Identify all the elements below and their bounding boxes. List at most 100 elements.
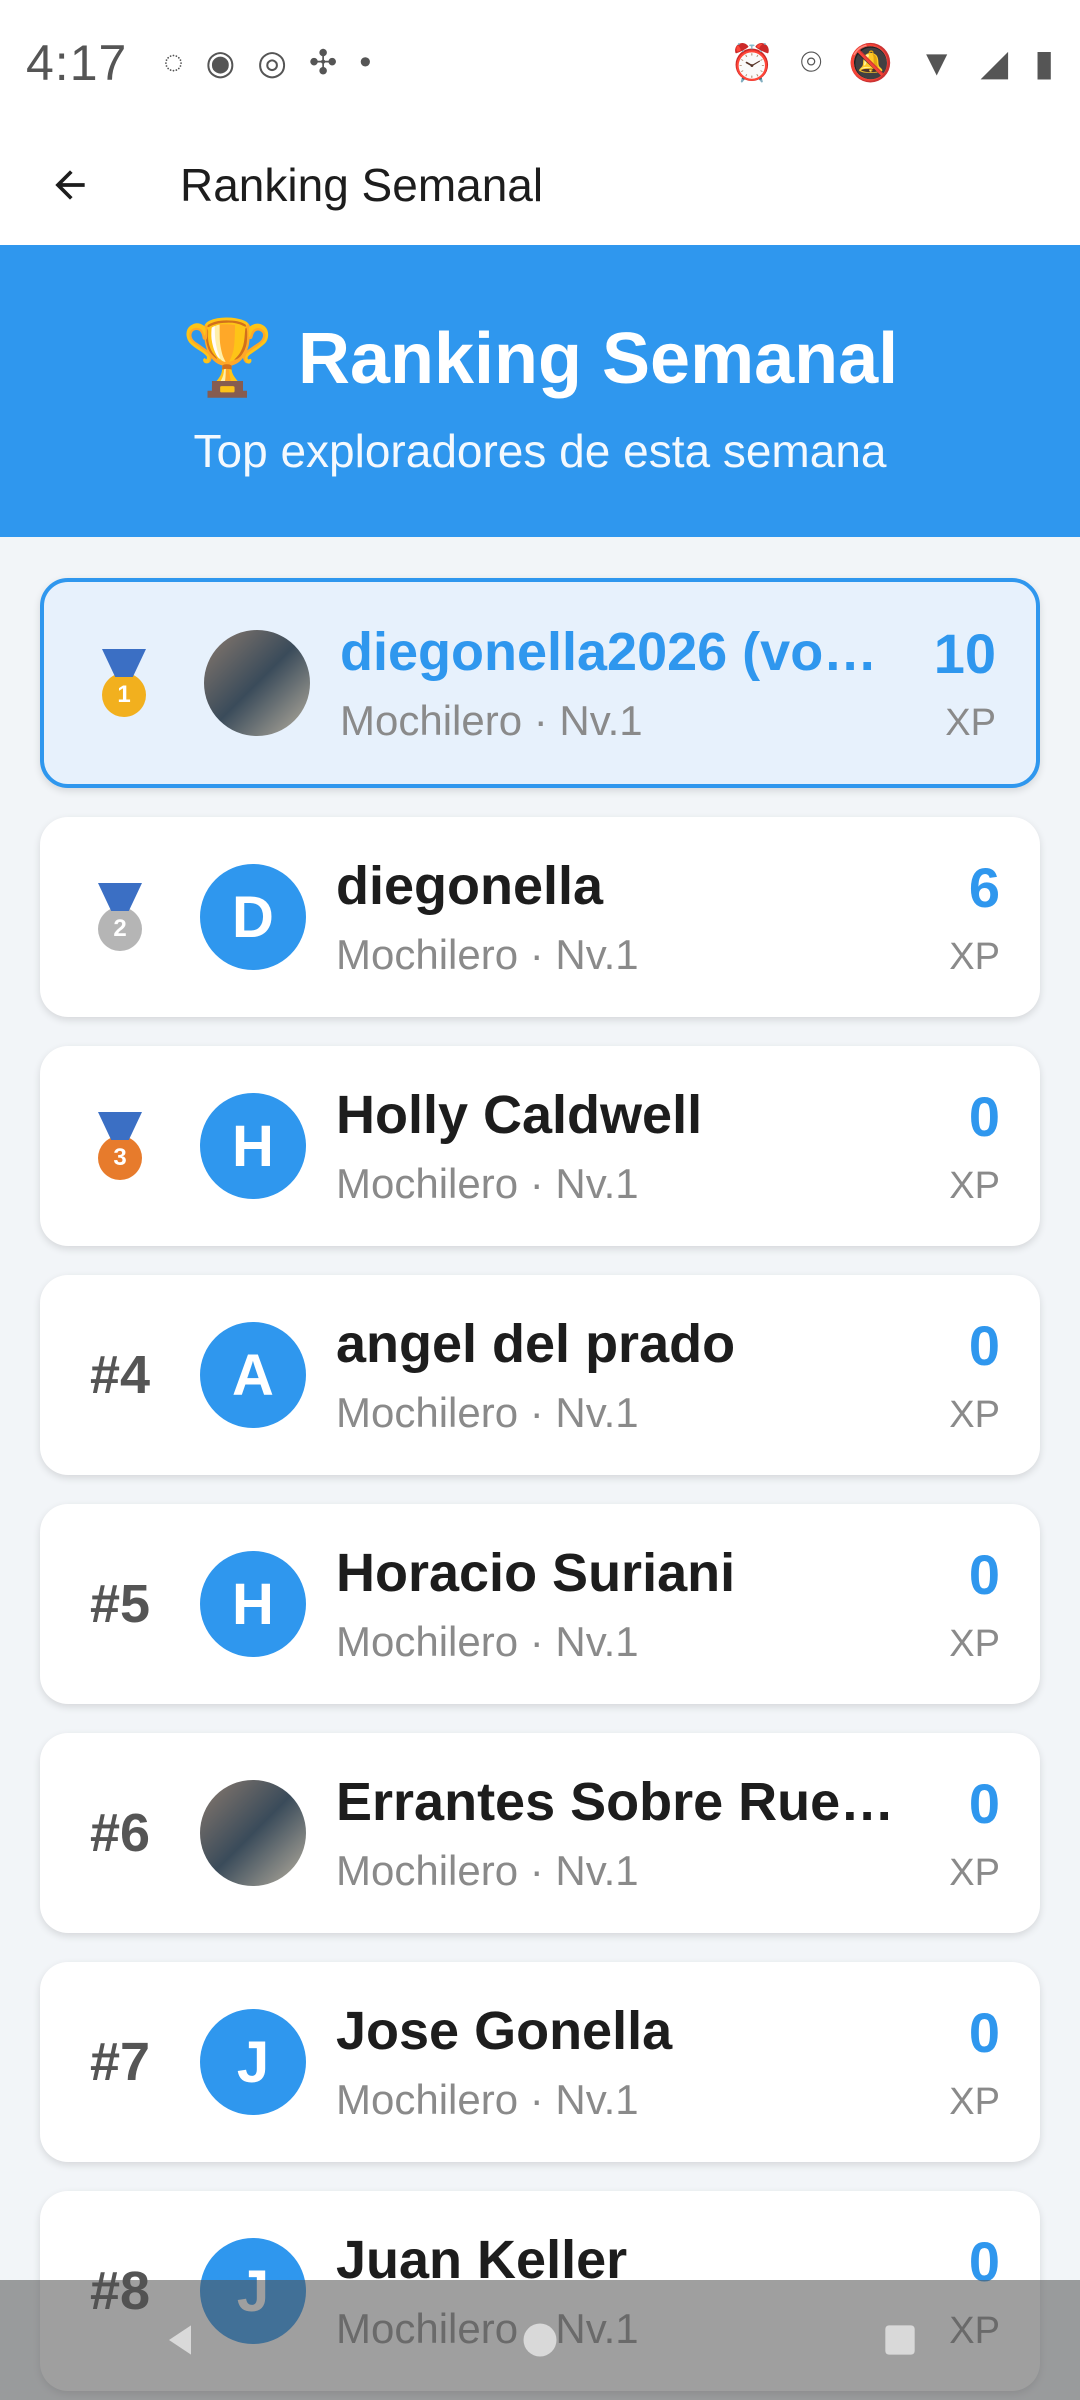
nav-recents-icon <box>885 2325 915 2355</box>
notification-icons: ◌ ◉ ◎ ✣ • <box>163 43 371 83</box>
medal-ribbon <box>102 649 146 677</box>
gold-medal-icon: 1 <box>44 649 204 717</box>
avatar[interactable]: A <box>200 1322 306 1428</box>
arrow-left-icon <box>55 170 85 200</box>
avatar[interactable]: H <box>200 1551 306 1657</box>
user-level: Mochilero · Nv.1 <box>336 1389 639 1436</box>
avatar[interactable]: D <box>200 864 306 970</box>
signal-icon: ◢ <box>980 41 1009 83</box>
xp-score: 0 XP <box>910 1542 1040 1666</box>
xp-value: 0 <box>968 1085 1000 1148</box>
user-level: Mochilero · Nv.1 <box>340 697 643 744</box>
avatar[interactable]: J <box>200 2009 306 2115</box>
ranking-row[interactable]: 1 diegonella2026 (vo… Mochilero · Nv.1 10 XP <box>40 578 1040 788</box>
xp-value: 0 <box>968 1543 1000 1606</box>
xp-value: 6 <box>968 856 1000 919</box>
xp-value: 10 <box>933 622 996 685</box>
ranking-row[interactable]: #4 Aangel del prado Mochilero · Nv.1 0 XP <box>40 1275 1040 1475</box>
user-name: diegonella <box>336 856 604 916</box>
app-bar: Ranking Semanal <box>0 125 1080 245</box>
wifi-icon: ▼ <box>918 41 955 83</box>
xp-label: XP <box>949 1852 1000 1894</box>
medal-ribbon <box>98 883 142 911</box>
app-icon: ◉ <box>205 43 236 82</box>
user-level: Mochilero · Nv.1 <box>336 2076 639 2123</box>
system-nav-bar <box>0 2280 1080 2400</box>
nav-back-icon <box>169 2325 191 2355</box>
status-time: 4:17 <box>26 34 128 91</box>
xp-value: 0 <box>968 1772 1000 1835</box>
pinwheel-icon: ✣ <box>308 43 338 82</box>
avatar[interactable] <box>200 1780 306 1886</box>
user-level: Mochilero · Nv.1 <box>336 1160 639 1207</box>
silver-medal: 2 <box>98 883 142 951</box>
more-dot-icon: • <box>359 43 372 81</box>
rank-number: #5 <box>89 1573 151 1634</box>
system-icons: ⏰ ⌾ 🔕 ▼ ◢ ▮ <box>730 41 1054 84</box>
nav-back-button[interactable] <box>140 2300 220 2380</box>
nav-recents-button[interactable] <box>860 2300 940 2380</box>
rank-number: #6 <box>89 1802 151 1863</box>
whatsapp-icon: ◌ <box>163 43 184 81</box>
bronze-medal: 3 <box>98 1112 142 1180</box>
bronze-medal-icon: 3 <box>40 1112 200 1180</box>
status-bar: 4:17 ◌ ◉ ◎ ✣ • ⏰ ⌾ 🔕 ▼ ◢ ▮ <box>0 0 1080 125</box>
medal-disc: 2 <box>98 907 142 951</box>
xp-score: 0 XP <box>910 2000 1040 2124</box>
xp-label: XP <box>945 702 996 744</box>
xp-label: XP <box>949 1165 1000 1207</box>
ranking-row[interactable]: #5 H Horacio Suriani Mochilero · Nv.1 0 XP <box>40 1504 1040 1704</box>
back-button[interactable] <box>0 125 140 245</box>
xp-label: XP <box>949 1623 1000 1665</box>
user-level: Mochilero · Nv.1 <box>336 1847 639 1894</box>
ranking-row[interactable]: 3 H Holly Caldwell Mochilero · Nv.1 0 XP <box>40 1046 1040 1246</box>
user-info: angel del prado Mochilero · Nv.1 <box>336 1313 910 1437</box>
battery-icon: ▮ <box>1034 41 1054 83</box>
hero-subtitle: Top exploradores de esta semana <box>193 425 887 477</box>
xp-label: XP <box>949 1394 1000 1436</box>
user-name: Horacio Suriani <box>336 1543 736 1603</box>
user-info: diegonella2026 (vo… Mochilero · Nv.1 <box>340 621 906 745</box>
avatar[interactable] <box>204 630 310 736</box>
xp-score: 6 XP <box>910 855 1040 979</box>
user-level: Mochilero · Nv.1 <box>336 1618 639 1665</box>
rank-number: #7 <box>89 2031 151 2092</box>
user-info: diegonella Mochilero · Nv.1 <box>336 855 910 979</box>
avatar[interactable]: H <box>200 1093 306 1199</box>
xp-score: 0 XP <box>910 1771 1040 1895</box>
xp-score: 10 XP <box>906 621 1036 745</box>
user-info: Errantes Sobre Rue… Mochilero · Nv.1 <box>336 1771 910 1895</box>
user-name: Jose Gonella <box>336 2001 673 2061</box>
user-name: angel del prado <box>336 1314 736 1374</box>
medal-disc: 1 <box>102 673 146 717</box>
nav-home-button[interactable] <box>500 2300 580 2380</box>
xp-score: 0 XP <box>910 1084 1040 1208</box>
ranking-row[interactable]: #6 Errantes Sobre Rue… Mochilero · Nv.1 0 XP <box>40 1733 1040 1933</box>
nav-home-icon <box>523 2323 557 2357</box>
rank-number: #4 <box>89 1344 151 1405</box>
xp-score: 0 XP <box>910 1313 1040 1437</box>
user-name: diegonella2026 (vo… <box>340 622 878 682</box>
hero-title-row: 🏆 Ranking Semanal <box>0 315 1080 402</box>
xp-value: 0 <box>968 1314 1000 1377</box>
mute-icon: 🔕 <box>848 41 893 83</box>
silver-medal-icon: 2 <box>40 883 200 951</box>
trophy-icon: 🏆 <box>181 316 274 399</box>
user-name: Errantes Sobre Rue… <box>336 1772 895 1832</box>
hero-title: Ranking Semanal <box>297 318 899 399</box>
page-title: Ranking Semanal <box>180 159 544 211</box>
medal-ribbon <box>98 1112 142 1140</box>
ranking-list: 1 diegonella2026 (vo… Mochilero · Nv.1 10 XP… <box>40 578 1040 2400</box>
alarm-icon: ⏰ <box>729 41 775 83</box>
location-icon: ⌾ <box>800 41 823 82</box>
medal-disc: 3 <box>98 1136 142 1180</box>
xp-label: XP <box>949 936 1000 978</box>
ranking-row[interactable]: #7 J Jose Gonella Mochilero · Nv.1 0 XP <box>40 1962 1040 2162</box>
target-icon: ◎ <box>257 43 287 82</box>
ranking-row[interactable]: 2 Ddiegonella Mochilero · Nv.1 6 XP <box>40 817 1040 1017</box>
user-info: Jose Gonella Mochilero · Nv.1 <box>336 2000 910 2124</box>
ranking-header: 🏆 Ranking Semanal Top exploradores de es… <box>0 245 1080 537</box>
gold-medal: 1 <box>102 649 146 717</box>
xp-label: XP <box>949 2081 1000 2123</box>
user-level: Mochilero · Nv.1 <box>336 931 639 978</box>
